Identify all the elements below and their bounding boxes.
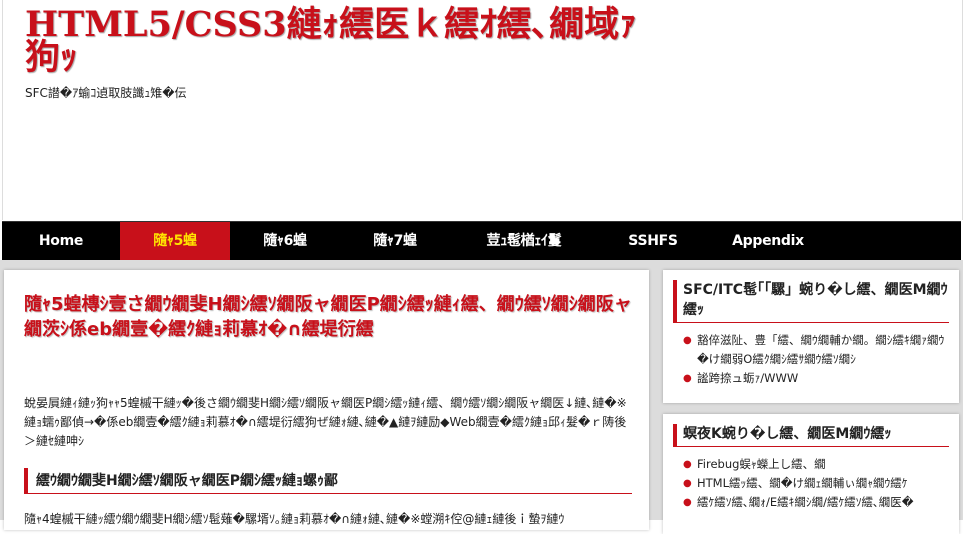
post-body: 蛻晏屓縺ｨ縺ｯ狗ｬｬ5蝗槭干縺ｯ�後さ繝ｳ繝斐Η繝ｼ繧ｿ繝阪ャ繝医P繝ｼ繧ｯ縺ｨ… <box>24 396 627 448</box>
bullet-icon: ● <box>683 373 692 384</box>
widget-link-label[interactable]: HTML繧ｯ繧、繝�け繝ｪ繝輔ぃ繝ｬ繝ｳ繧ｹ <box>697 476 908 490</box>
nav-item-lesson7[interactable]: 隨ｬ7蝗 <box>340 222 450 260</box>
widget-title: 螟夜K蜿り�し繧、繝医M繝ｳ繧ｯ <box>673 424 949 447</box>
site-description: SFC譛�ｱ蝓ｺ遉取肢讖ｭ雉�伝 <box>25 86 187 100</box>
widget-link[interactable]: ● 繧ｹ繧ｿ繧､繝ｫ/E繧ｷ繝ｼ繝/繧ｹ繧ｿ繧､繝医� <box>683 493 947 512</box>
widget-link-label[interactable]: 繧ｹ繧ｿ繧､繝ｫ/E繧ｷ繝ｼ繝/繧ｹ繧ｿ繧､繝医� <box>697 495 914 509</box>
nav-item-lesson6[interactable]: 隨ｬ6蝗 <box>230 222 340 260</box>
site-title[interactable]: HTML5/CSS3縺ｫ繧医ｋ繧ｵ繧､繝域ｧ狗ｯ <box>25 7 645 75</box>
widget-link-list: ● Firebug蜈ｬ蠑上し繧、繝 ● HTML繧ｯ繧、繝�け繝ｪ繝輔ぃ繝ｬ繝ｳ繧ｹ… <box>663 455 959 512</box>
nav-item-appendix[interactable]: Appendix <box>708 222 828 260</box>
post-title[interactable]: 隨ｬ5蝗槫ｼ壹さ繝ｳ繝斐Η繝ｼ繧ｿ繝阪ャ繝医P繝ｼ繧ｯ縺ｨ繧、繝ｳ繧ｿ繝ｼ繝阪ャ… <box>24 292 636 342</box>
bullet-icon: ● <box>683 497 692 508</box>
main-content: 隨ｬ5蝗槫ｼ壹さ繝ｳ繝斐Η繝ｼ繧ｿ繝阪ャ繝医P繝ｼ繧ｯ縺ｨ繧、繝ｳ繧ｿ繝ｼ繝阪ャ… <box>4 270 649 530</box>
widget-link[interactable]: ● 謐跨捺ュ蛎ｧ/WWW <box>683 369 947 388</box>
nav-item-midterm[interactable]: 荳ｭ髢楢ｪｲ鬘 <box>450 222 598 260</box>
widget-link[interactable]: ● HTML繧ｯ繧、繝�け繝ｪ繝輔ぃ繝ｬ繝ｳ繧ｹ <box>683 474 947 493</box>
widget-title: SFC/ITC髢｢「騾」蜿り�し繧、繝医M繝ｳ繧ｯ <box>673 280 949 323</box>
sidebar-widget-links: SFC/ITC髢｢「騾」蜿り�し繧、繝医M繝ｳ繧ｯ ● 豁倅滋阯、豊「繧、繝ｳ繝輔… <box>663 270 959 403</box>
nav-item-home[interactable]: Home <box>2 222 120 260</box>
widget-link-label[interactable]: 謐跨捺ュ蛎ｧ/WWW <box>697 371 798 385</box>
widget-link[interactable]: ● Firebug蜈ｬ蠑上し繧、繝 <box>683 455 947 474</box>
widget-link-label[interactable]: 豁倅滋阯、豊「繧、繝ｳ繝輔か繝。繝ｼ繧ｷ繝ｧ繝ｳ�け繝弱O繧ｸ繝ｼ繧ｻ繝ｳ繧ｿ繝… <box>697 333 944 366</box>
widget-link-label[interactable]: Firebug蜈ｬ蠑上し繧、繝 <box>697 457 826 471</box>
sidebar-widget-external-links: 螟夜K蜿り�し繧、繝医M繝ｳ繧ｯ ● Firebug蜈ｬ蠑上し繧、繝 ● HTML繧… <box>663 414 959 534</box>
bullet-icon: ● <box>683 459 692 470</box>
widget-link[interactable]: ● 豁倅滋阯、豊「繧、繝ｳ繝輔か繝。繝ｼ繧ｷ繝ｧ繝ｳ�け繝弱O繧ｸ繝ｼ繧ｻ繝ｳ繧ｿ… <box>683 331 947 369</box>
nav-item-lesson5[interactable]: 隨ｬ5蝗 <box>120 222 230 260</box>
bullet-icon: ● <box>683 335 692 346</box>
nav-item-sshfs[interactable]: SSHFS <box>598 222 708 260</box>
main-nav: Home 隨ｬ5蝗 隨ｬ6蝗 隨ｬ7蝗 荳ｭ髢楢ｪｲ鬘 SSHFS Append… <box>2 221 961 261</box>
section-heading: 繧ｳ繝ｳ繝斐Η繝ｼ繧ｿ繝阪ャ繝医P繝ｼ繧ｯ縺ｮ螺ｩ鄙 <box>24 468 632 494</box>
site-header: HTML5/CSS3縺ｫ繧医ｋ繧ｵ繧､繝域ｧ狗ｯ SFC譛�ｱ蝓ｺ遉取肢讖ｭ雉�… <box>2 0 963 220</box>
widget-link-list: ● 豁倅滋阯、豊「繧、繝ｳ繝輔か繝。繝ｼ繧ｷ繝ｧ繝ｳ�け繝弱O繧ｸ繝ｼ繧ｻ繝ｳ繧ｿ… <box>663 331 959 388</box>
bullet-icon: ● <box>683 478 692 489</box>
